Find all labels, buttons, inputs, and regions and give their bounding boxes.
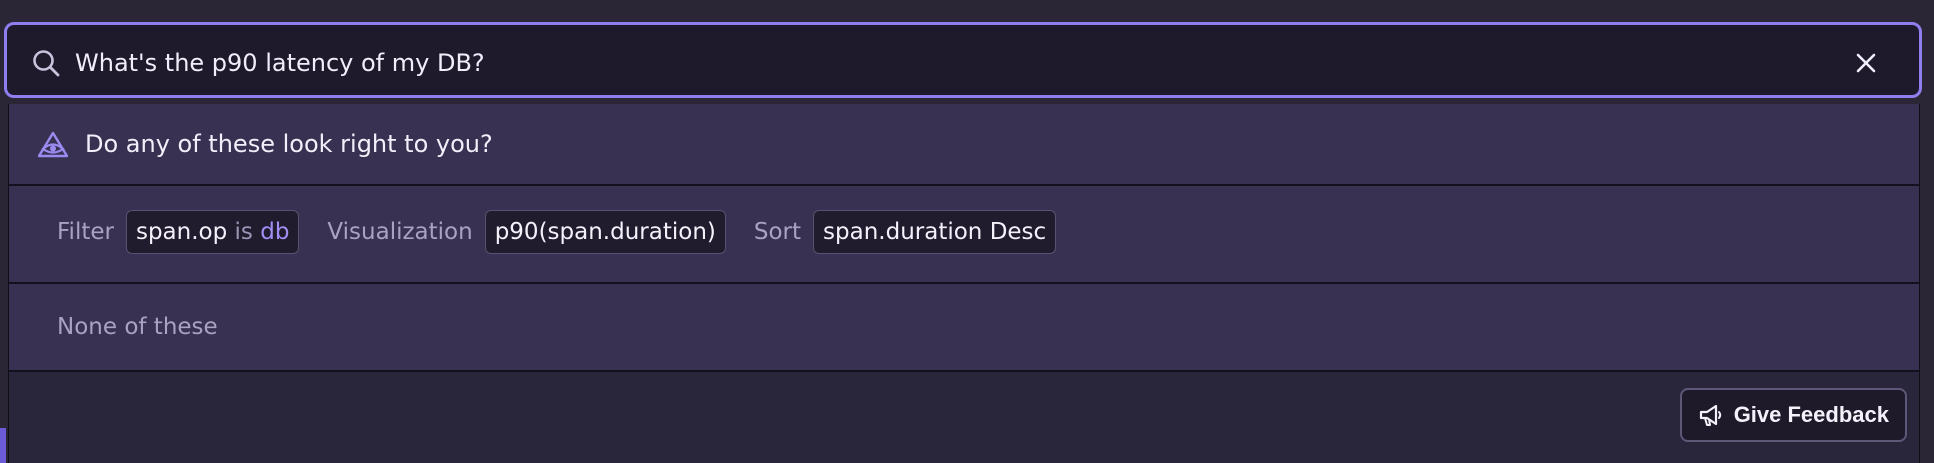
- search-icon: [33, 50, 60, 77]
- give-feedback-label: Give Feedback: [1733, 402, 1889, 427]
- filter-operator: is: [234, 219, 253, 245]
- megaphone-icon: [1699, 404, 1721, 426]
- none-of-these-label: None of these: [57, 314, 218, 340]
- assistant-prompt-row: Do any of these look right to you?: [9, 104, 1919, 186]
- filter-token: span.op is db: [125, 210, 300, 254]
- visualization-label: Visualization: [327, 219, 473, 245]
- left-accent-bar: [0, 428, 6, 463]
- query-suggestion[interactable]: Filter span.op is db Visualization p90(s…: [9, 186, 1919, 284]
- filter-key: span.op: [135, 219, 228, 245]
- close-icon[interactable]: [1849, 46, 1883, 80]
- sort-token: span.duration Desc: [813, 210, 1057, 254]
- give-feedback-button[interactable]: Give Feedback: [1679, 388, 1907, 442]
- filter-value: db: [260, 219, 290, 245]
- filter-label: Filter: [57, 219, 114, 245]
- none-of-these-option[interactable]: None of these: [9, 284, 1919, 372]
- search-bar[interactable]: [4, 22, 1922, 98]
- suggestions-dropdown: Do any of these look right to you? Filte…: [8, 104, 1920, 463]
- assistant-prompt-text: Do any of these look right to you?: [85, 130, 493, 158]
- sort-label: Sort: [753, 219, 802, 245]
- search-input[interactable]: [73, 43, 1777, 83]
- visualization-token: p90(span.duration): [484, 210, 726, 254]
- eye-icon: [37, 131, 69, 158]
